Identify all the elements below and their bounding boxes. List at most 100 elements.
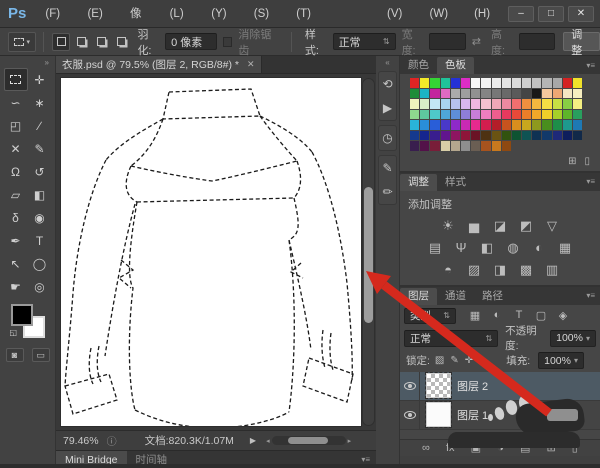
vertical-scrollbar-thumb[interactable] [364, 187, 373, 323]
dock-expand-icon[interactable]: « [376, 56, 399, 67]
color-swatch[interactable] [440, 99, 451, 110]
history-panel-icon[interactable]: ⟲ [379, 72, 396, 96]
move-tool[interactable]: ✛ [28, 68, 52, 91]
color-swatch[interactable] [460, 130, 472, 141]
quick-mask-button[interactable]: ◙ [5, 348, 24, 362]
color-swatch[interactable] [430, 120, 441, 131]
color-swatch[interactable] [501, 78, 512, 89]
horizontal-scrollbar-thumb[interactable] [287, 437, 328, 444]
visibility-toggle[interactable] [400, 400, 420, 429]
history-brush-tool[interactable]: ↺ [28, 160, 52, 183]
color-swatch[interactable] [410, 88, 421, 99]
layers-tab-1[interactable]: 图层 [400, 287, 437, 305]
color-swatch[interactable] [440, 88, 451, 99]
swatches-tab-2[interactable]: 色板 [437, 57, 474, 74]
color-swatch[interactable] [430, 109, 441, 120]
color-swatch[interactable] [471, 78, 482, 89]
levels-icon[interactable]: ▅ [466, 218, 483, 234]
minimize-button[interactable]: – [508, 5, 534, 22]
color-swatch[interactable] [430, 99, 441, 110]
crop-tool[interactable]: ◰ [4, 114, 28, 137]
color-swatch[interactable] [501, 109, 512, 120]
curves-icon[interactable]: ◪ [492, 218, 509, 234]
color-swatch[interactable] [532, 99, 543, 110]
color-swatch[interactable] [440, 109, 451, 120]
color-swatch[interactable] [450, 130, 461, 141]
invert-icon[interactable]: ◓ [440, 262, 457, 278]
dodge-tool[interactable]: ◉ [28, 206, 52, 229]
color-swatch[interactable] [501, 88, 512, 99]
new-selection-button[interactable] [52, 32, 71, 51]
color-swatch[interactable] [410, 78, 421, 89]
color-swatch[interactable] [511, 109, 523, 120]
maximize-button[interactable]: □ [538, 5, 564, 22]
swap-dimensions-icon[interactable]: ⇄ [472, 35, 481, 48]
color-swatch[interactable] [450, 141, 461, 152]
color-swatch[interactable] [562, 88, 573, 99]
adjustments-tab-2[interactable]: 样式 [437, 174, 474, 191]
feather-input[interactable]: 0 像素 [165, 33, 217, 50]
color-swatch[interactable] [542, 120, 553, 131]
layers-panel-menu-icon[interactable]: ▾≡ [581, 291, 600, 300]
color-swatch[interactable] [481, 88, 492, 99]
color-swatch[interactable] [562, 130, 573, 141]
color-swatch[interactable] [420, 88, 431, 99]
horizontal-scrollbar-track[interactable] [271, 436, 346, 445]
color-swatch[interactable] [522, 109, 533, 120]
default-colors-icon[interactable]: ◱ [10, 328, 18, 337]
color-swatch[interactable] [552, 78, 563, 89]
gradient-tool[interactable]: ◧ [28, 183, 52, 206]
color-swatch[interactable] [542, 109, 553, 120]
color-swatch[interactable] [573, 120, 584, 131]
lasso-tool[interactable]: ∽ [4, 91, 28, 114]
magic-wand-tool[interactable]: ∗ [28, 91, 52, 114]
color-swatch[interactable] [573, 109, 584, 120]
color-swatch[interactable] [460, 120, 472, 131]
color-swatch[interactable] [562, 109, 573, 120]
color-swatch[interactable] [542, 88, 553, 99]
color-swatch[interactable] [501, 130, 512, 141]
layers-tab-3[interactable]: 路径 [474, 288, 511, 305]
eraser-tool[interactable]: ▱ [4, 183, 28, 206]
style-dropdown[interactable]: 正常 ⇅ [332, 33, 396, 50]
photo-filter-icon[interactable]: ◍ [505, 240, 522, 256]
color-swatch[interactable] [460, 109, 472, 120]
path-selection-tool[interactable]: ↖ [4, 252, 28, 275]
color-swatch[interactable] [460, 78, 472, 89]
swatches-tab-1[interactable]: 颜色 [400, 57, 437, 74]
subtract-selection-button[interactable] [92, 33, 110, 51]
color-swatch[interactable] [491, 141, 502, 152]
new-swatch-icon[interactable]: ⊞ [568, 156, 576, 169]
color-swatch[interactable] [420, 120, 431, 131]
refine-edge-button[interactable]: 调整 [563, 29, 600, 57]
color-swatch[interactable] [522, 99, 533, 110]
actions-panel-icon[interactable]: ▶ [379, 96, 396, 120]
color-swatch[interactable] [511, 130, 523, 141]
color-swatch[interactable] [501, 120, 512, 131]
adjustments-tab-1[interactable]: 调整 [400, 173, 437, 191]
zoom-level[interactable]: 79.46% [56, 435, 99, 447]
color-swatch[interactable] [471, 120, 482, 131]
color-swatch[interactable] [542, 78, 553, 89]
intersect-selection-button[interactable] [112, 33, 130, 51]
color-swatch[interactable] [481, 141, 492, 152]
zoom-tool[interactable]: ◎ [28, 275, 52, 298]
screen-mode-button[interactable]: ▭ [31, 348, 50, 362]
color-swatch[interactable] [420, 99, 431, 110]
brush-tool[interactable]: ✎ [28, 137, 52, 160]
filter-smart-objects-icon[interactable]: ◈ [555, 309, 571, 322]
clone-source-panel-icon[interactable]: ✏ [379, 180, 396, 204]
color-swatch[interactable] [511, 78, 523, 89]
lock-position-icon[interactable]: ✛ [465, 355, 473, 366]
color-swatch[interactable] [460, 141, 472, 152]
document-tab[interactable]: 衣服.psd @ 79.5% (图层 2, RGB/8#) * ✕ [56, 56, 262, 73]
color-swatch[interactable] [410, 120, 421, 131]
color-swatch[interactable] [410, 99, 421, 110]
color-swatch[interactable] [511, 99, 523, 110]
color-swatch[interactable] [481, 99, 492, 110]
color-swatch[interactable] [501, 141, 512, 152]
color-swatch[interactable] [450, 88, 461, 99]
color-swatch[interactable] [481, 120, 492, 131]
info-panel-icon[interactable]: ◷ [379, 126, 396, 150]
color-swatch[interactable] [573, 130, 584, 141]
